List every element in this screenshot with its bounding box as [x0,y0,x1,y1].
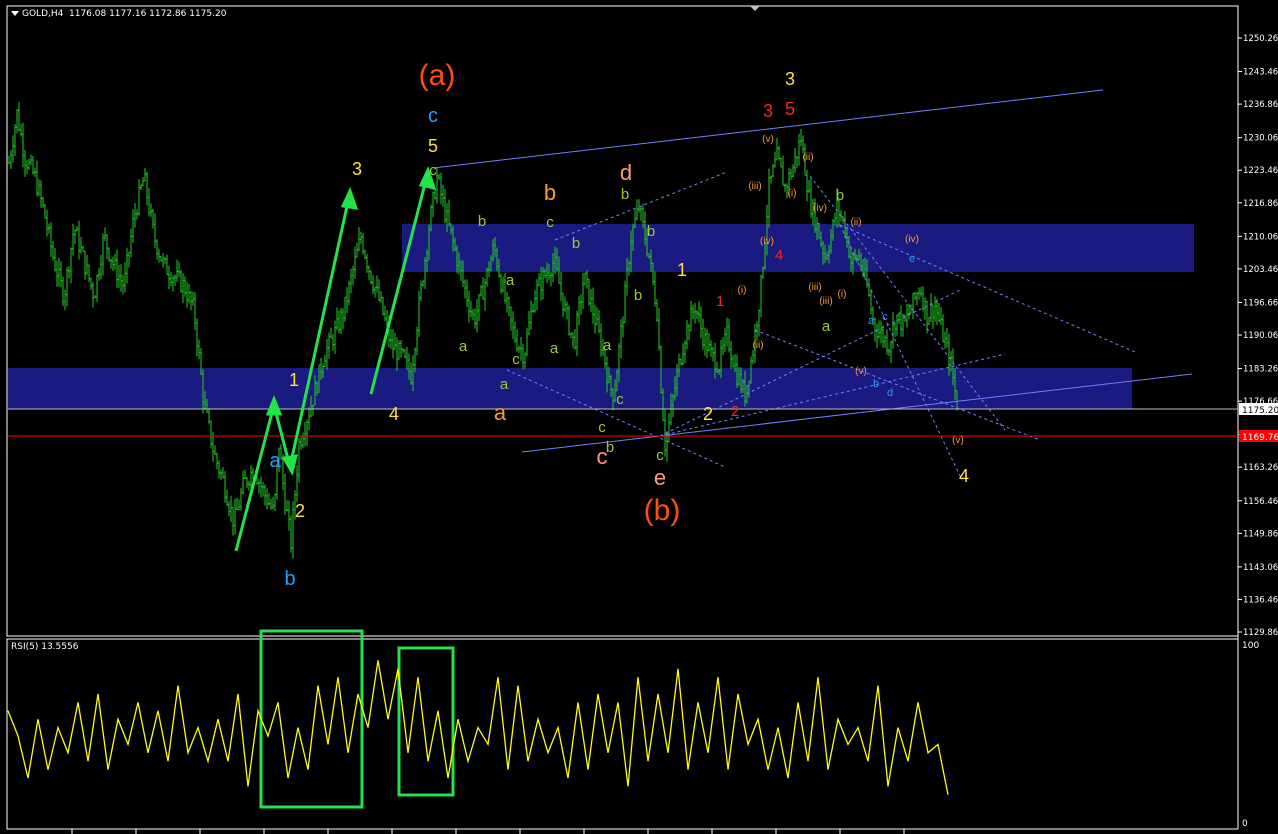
wave-label: c [616,391,624,408]
price-axis-label: 1163.26 [1243,463,1278,473]
resistance-zone [402,224,1194,272]
symbol-caption: GOLD,H4 [22,9,64,19]
last-price-label: 1175.20 [1242,406,1278,416]
price-axis-label: 1216.86 [1243,199,1278,209]
wave-label: c [882,311,888,323]
price-axis-label: 1143.06 [1243,563,1278,573]
wave-label: a [494,400,507,425]
wave-label: a [603,337,612,354]
wave-label: b [647,223,655,240]
wave-label: (iii) [819,296,832,307]
wave-label: 5 [785,99,795,119]
wave-label: (v) [762,134,774,145]
wave-label: b [478,213,486,230]
wave-label: (ii) [850,217,861,228]
support-zone [8,368,1132,409]
wave-label: c [429,162,437,179]
wave-label: (v) [855,366,867,377]
wave-label: (iii) [808,282,821,293]
wave-label: b [836,187,844,204]
price-axis-label: 1210.06 [1243,232,1278,242]
wave-label: 4 [775,247,783,264]
wave-label: e [909,253,915,265]
chart-window: 1250.26 1243.46 1236.86 1230.06 1223.46 1216.… [0,0,1278,834]
price-axis-label: 1230.06 [1243,134,1278,144]
wave-label: 3 [763,101,773,121]
wave-label: 3 [785,69,795,89]
wave-label: e [654,465,666,490]
wave-label: b [606,439,614,456]
price-axis-label: 1196.66 [1243,298,1278,308]
wave-label: b [634,287,642,304]
wave-label: b [572,235,580,252]
ohlc-caption: 1176.08 1177.16 1172.86 1175.20 [69,9,227,19]
wave-label: 2 [295,501,305,521]
price-axis-label: 1190.06 [1243,331,1278,341]
wave-label: b [544,180,556,205]
price-axis-label: 1223.46 [1243,166,1278,176]
wave-label: 3 [352,159,362,179]
wave-label: 1 [716,293,724,310]
wave-label: a [500,376,509,393]
price-axis-label: 1156.46 [1243,497,1278,507]
wave-label: (ii) [802,152,813,163]
price-axis-label: 1149.86 [1243,529,1278,539]
wave-label: (b) [644,494,681,527]
price-axis-label: 1250.26 [1243,34,1278,44]
wave-label: a [868,315,875,327]
wave-label: a [459,338,468,355]
price-axis-label: 1129.86 [1243,628,1278,638]
price-axis-label: 1243.46 [1243,68,1278,78]
wave-label: d [620,160,632,185]
wave-label: (iv) [905,234,919,245]
wave-label: (iii) [748,181,761,192]
wave-label: 2 [703,404,713,424]
price-axis-label: 1236.86 [1243,100,1278,110]
wave-label: (a) [419,59,456,92]
wave-label: b [284,568,295,590]
wave-label: c [428,105,438,127]
wave-label: c [546,214,554,231]
wave-label: 4 [959,466,969,486]
wave-label: 1 [289,370,299,390]
wave-label: (iv) [813,203,827,214]
wave-label: (v) [952,435,964,446]
wave-label: a [550,340,559,357]
wave-label: c [598,419,606,436]
wave-label: a [822,318,831,335]
price-axis-label: 1183.26 [1243,365,1278,375]
support-price-label: 1169.76 [1242,433,1278,443]
wave-label: (ii) [752,340,763,351]
price-axis-label: 1136.46 [1243,595,1278,605]
wave-label: a [506,272,515,289]
wave-label: c [656,447,664,464]
wave-label: b [873,378,879,390]
wave-label: (i) [738,285,747,296]
wave-label: c [512,351,520,368]
wave-label: 2 [731,403,739,420]
price-axis-label: 1203.46 [1243,265,1278,275]
wave-label: b [621,186,629,203]
wave-label: (iv) [760,236,774,247]
rsi-axis-max: 100 [1242,641,1259,651]
rsi-axis-min: 0 [1242,819,1248,829]
wave-label: (i) [788,188,797,199]
wave-label: 1 [677,260,687,280]
rsi-caption: RSI(5) 13.5556 [11,642,79,652]
wave-label: 5 [428,136,438,156]
wave-label: 4 [389,404,399,424]
wave-label: a [269,450,281,472]
wave-label: d [887,387,893,399]
wave-label: (i) [838,289,847,300]
